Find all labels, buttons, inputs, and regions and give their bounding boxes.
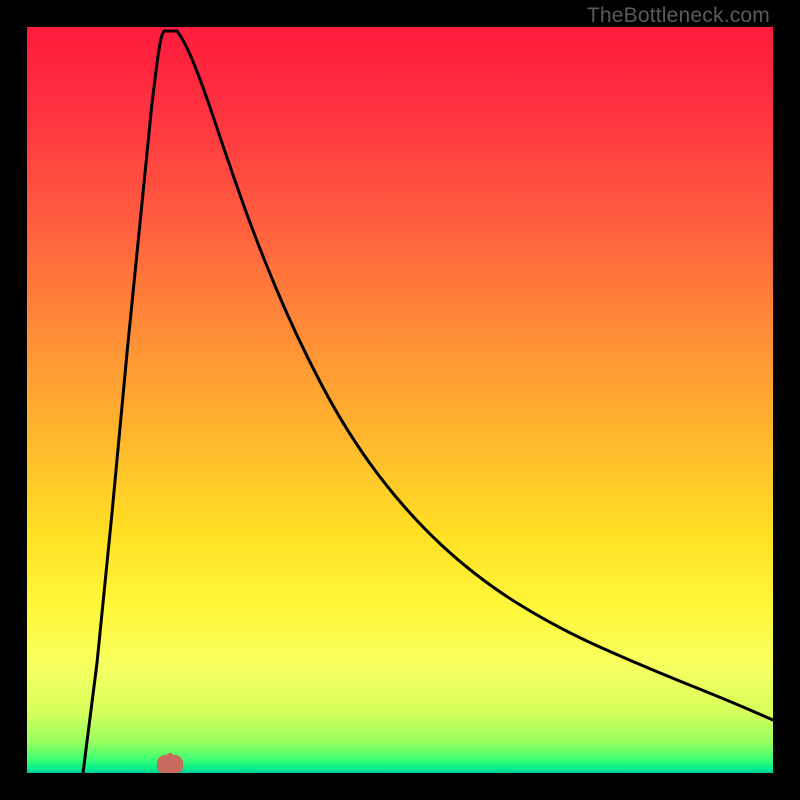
plot-frame: [27, 27, 773, 773]
bottleneck-curve: [83, 31, 773, 773]
minimum-marker: [157, 755, 183, 773]
watermark-text: TheBottleneck.com: [587, 4, 770, 28]
curve-layer: [27, 27, 773, 773]
